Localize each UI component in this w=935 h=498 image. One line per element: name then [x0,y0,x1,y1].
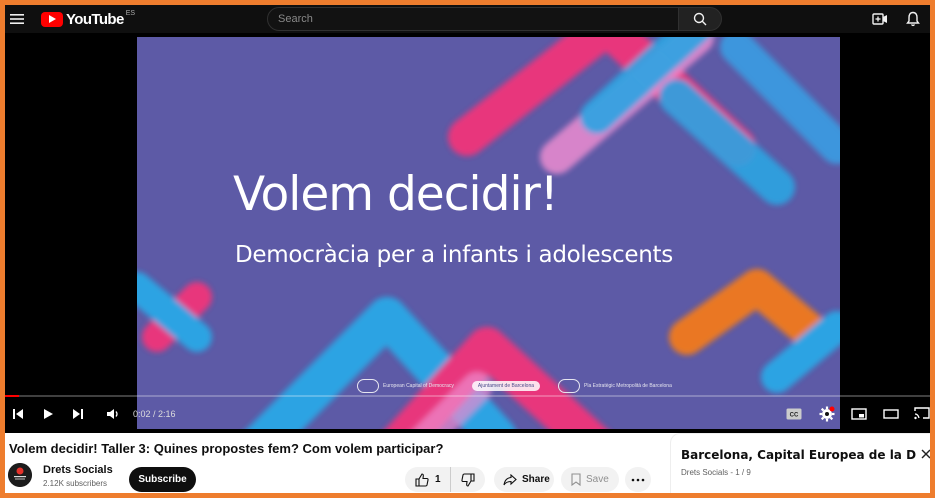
video-player[interactable]: Volem decidir! Democràcia per a infants … [5,33,930,433]
video-background-art [137,37,840,429]
settings-gear-icon[interactable] [818,404,836,424]
playlist-meta: Drets Socials - 1 / 9 [681,468,751,477]
save-button[interactable]: Save [561,467,619,492]
close-icon[interactable] [918,446,930,462]
share-label: Share [522,474,550,485]
theater-mode-icon[interactable] [882,404,900,424]
save-label: Save [586,474,609,485]
search-input[interactable]: Search [267,7,679,31]
share-button[interactable]: Share [494,467,554,492]
search-button[interactable] [678,7,722,31]
watch-details: Volem decidir! Taller 3: Quines proposte… [5,433,930,493]
video-title-overlay: Volem decidir! [233,167,559,222]
subtitles-cc-icon[interactable]: CC [785,404,803,424]
more-actions-icon[interactable] [625,467,651,492]
sponsor-logo: European Capital of Democracy [357,379,454,393]
search-icon [693,12,707,26]
dislike-button[interactable] [451,467,485,492]
playlist-title[interactable]: Barcelona, Capital Europea de la Democ [681,448,916,462]
play-icon[interactable] [41,404,55,424]
top-bar: YouTube ES Search [5,5,930,33]
bookmark-icon [571,473,581,486]
cast-icon[interactable] [913,404,930,424]
miniplayer-icon[interactable] [850,404,868,424]
next-icon[interactable] [71,404,85,424]
video-subtitle-overlay: Democràcia per a infants i adolescents [235,242,673,268]
share-icon [503,473,517,485]
svg-text:CC: CC [790,413,799,419]
progress-fill [5,395,19,397]
sponsor-logo: Ajuntament de Barcelona [471,381,541,391]
sponsor-logo: Pla Estratègic Metropolità de Barcelona [558,379,672,393]
time-display: 0:02 / 2:16 [133,409,176,419]
previous-icon[interactable] [11,404,25,424]
video-heading: Volem decidir! Taller 3: Quines proposte… [9,441,444,456]
like-count: 1 [435,474,441,485]
channel-avatar[interactable] [8,463,32,487]
subscribe-button[interactable]: Subscribe [129,467,196,492]
logo-text: YouTube [66,10,124,28]
video-frame[interactable]: Volem decidir! Democràcia per a infants … [137,37,840,429]
video-metadata: Volem decidir! Taller 3: Quines proposte… [5,433,667,493]
player-controls: 0:02 / 2:16 CC [5,401,930,427]
video-sponsor-logos: European Capital of Democracy Ajuntament… [357,379,672,393]
menu-icon[interactable] [9,11,25,27]
like-dislike-group: 1 [405,467,485,492]
progress-bar[interactable] [5,395,930,397]
playlist-panel[interactable]: Barcelona, Capital Europea de la Democ D… [670,433,930,493]
like-button[interactable]: 1 [405,467,451,492]
subscriber-count: 2.12K subscribers [43,479,108,488]
youtube-logo[interactable]: YouTube ES [41,10,135,28]
channel-name[interactable]: Drets Socials [43,464,113,476]
browser-frame: YouTube ES Search Volem decidir! Democrà… [5,5,930,493]
notifications-bell-icon[interactable] [904,10,922,28]
play-logo-icon [41,11,63,27]
thumbs-down-icon [461,472,475,487]
logo-country-code: ES [125,10,136,17]
thumbs-up-icon [415,472,429,487]
volume-icon[interactable] [105,404,121,424]
create-video-icon[interactable] [871,10,889,28]
